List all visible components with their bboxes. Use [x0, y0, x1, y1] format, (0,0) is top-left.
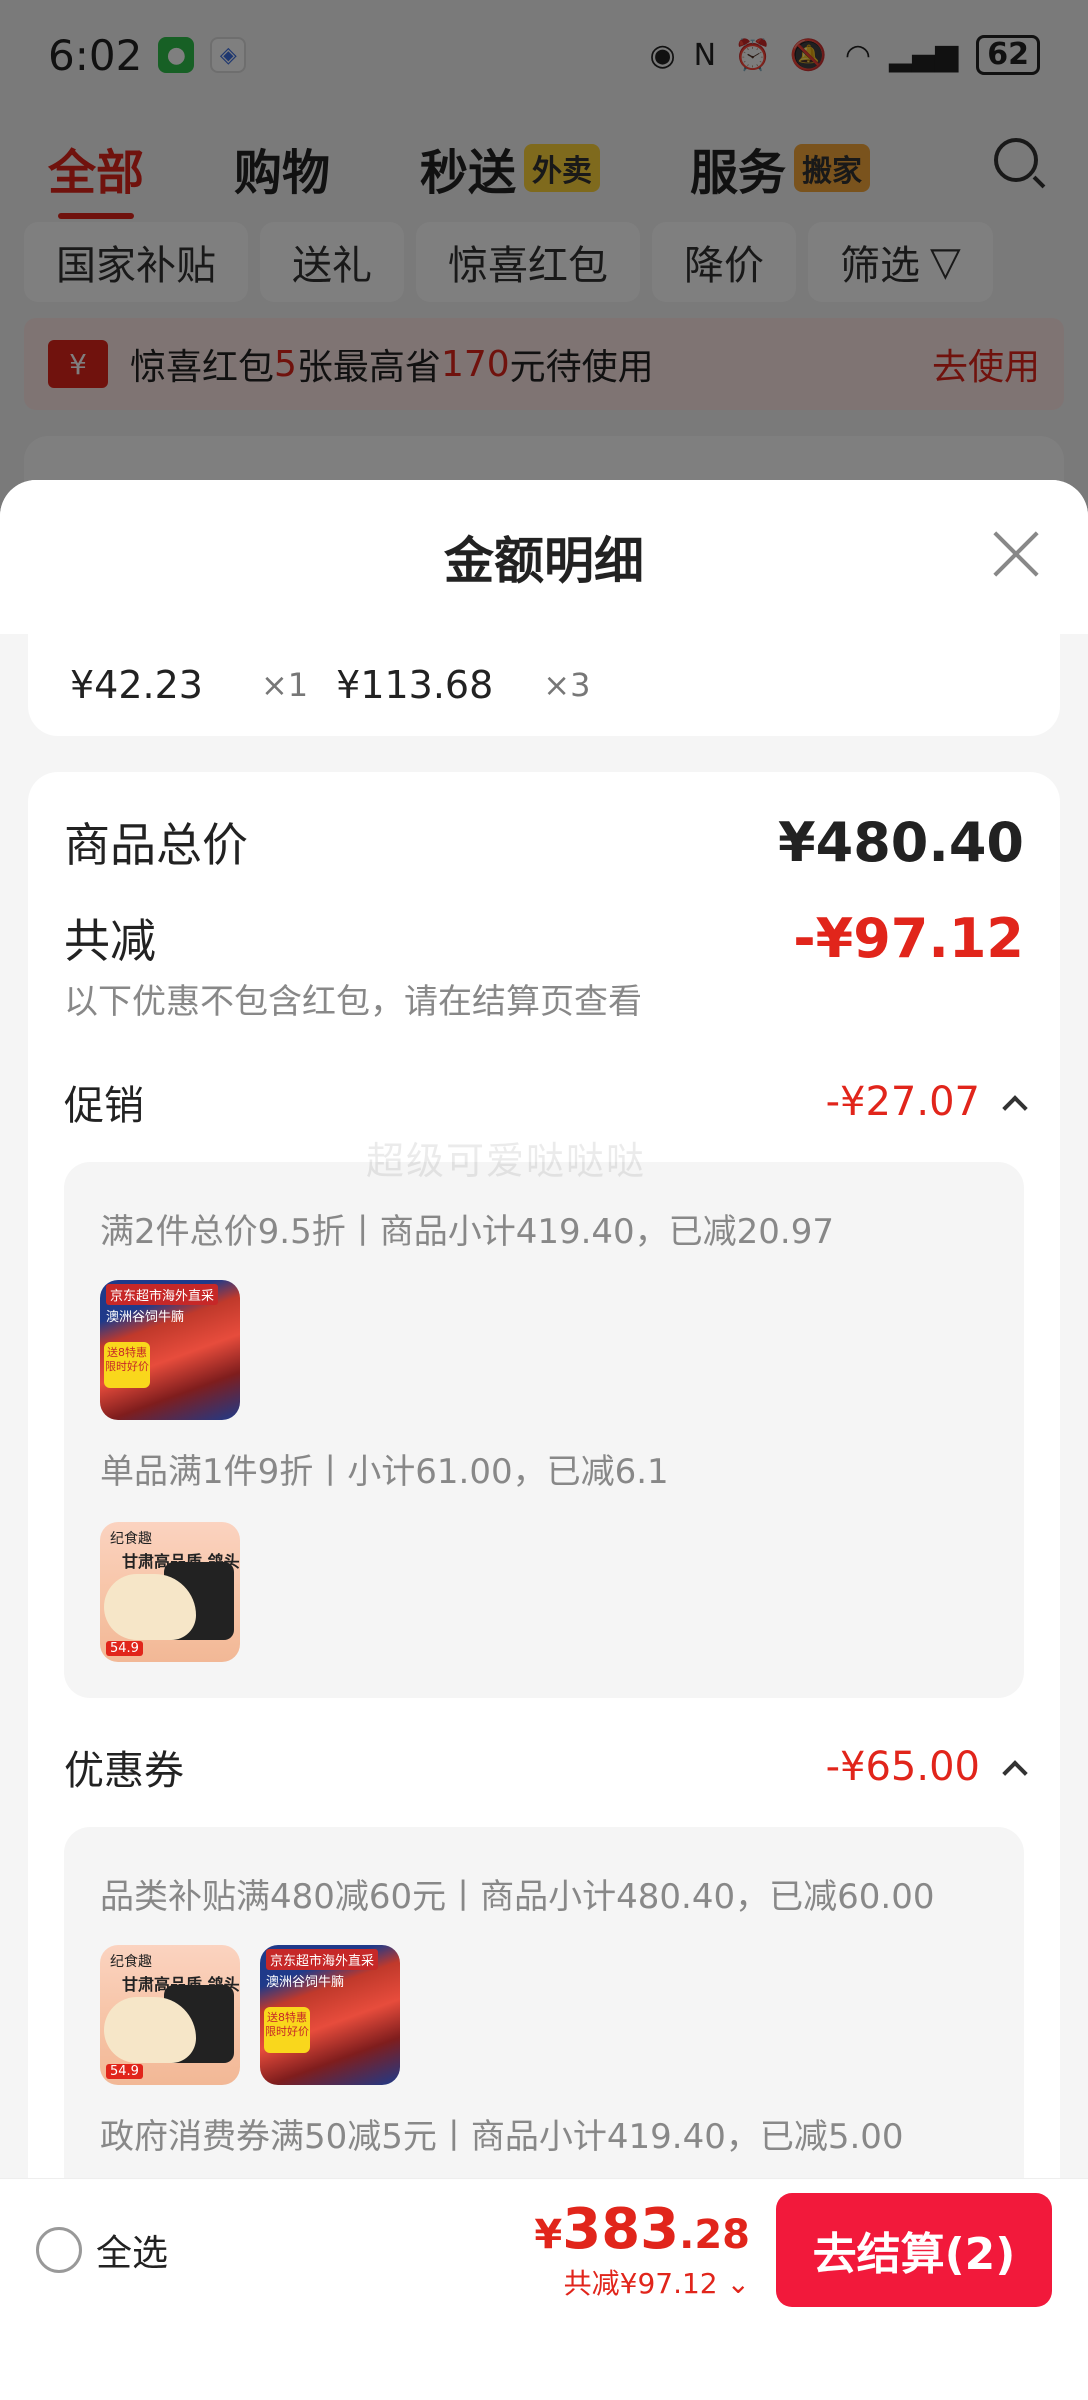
discount-label: 共减	[64, 914, 156, 968]
product-thumbnail-beef[interactable]: 京东超市海外直采 澳洲谷饲牛腩 送8特惠限时好价	[100, 1280, 240, 1420]
total-label: 商品总价	[64, 818, 248, 872]
fish-image	[104, 1574, 196, 1640]
fish-image	[104, 1997, 196, 2063]
total-saved: 共减¥97.12 ⌄	[534, 2262, 750, 2302]
checkout-bar: 全选 ¥ 383 .28 共减¥97.12 ⌄ 去结算(2)	[0, 2178, 1088, 2320]
promo-value: -¥27.07	[825, 1079, 980, 1125]
saved-amount: 共减¥97.12	[563, 2267, 718, 2300]
fish-price: 54.9	[106, 1641, 143, 1656]
promo-label: 促销	[64, 1083, 144, 1129]
beef-tag: 京东超市海外直采	[266, 1949, 379, 1970]
checkout-button[interactable]: 去结算(2)	[776, 2192, 1052, 2307]
promo-line: 满2件总价9.5折丨商品小计419.40，已减20.97	[100, 1212, 835, 1252]
promo-details: 满2件总价9.5折丨商品小计419.40，已减20.97 京东超市海外直采 澳洲…	[64, 1162, 1024, 1698]
chevron-up-icon	[1002, 1095, 1028, 1121]
currency-symbol: ¥	[534, 2212, 563, 2258]
chevron-up-icon	[1002, 1760, 1028, 1786]
fish-brand: 纪食趣	[110, 1531, 152, 1547]
chevron-down-icon: ⌄	[717, 2267, 750, 2300]
coupon-line: 品类补贴满480减60元丨商品小计480.40，已减60.00	[100, 1877, 935, 1917]
item-qty: ×3	[543, 666, 591, 704]
beef-title: 澳洲谷饲牛腩	[106, 1310, 185, 1325]
total-box[interactable]: ¥ 383 .28 共减¥97.12 ⌄	[534, 2197, 750, 2302]
coupon-section-header[interactable]: 优惠券 -¥65.00	[64, 1727, 1028, 1807]
coupon-line: 政府消费券满50减5元丨商品小计419.40，已减5.00	[100, 2117, 904, 2157]
home-indicator-area	[0, 2320, 1088, 2400]
beef-badge: 送8特惠限时好价	[264, 2007, 310, 2053]
product-thumbnail-fish[interactable]: 纪食趣 甘肃高品质 鸽头片 54.9	[100, 1945, 240, 2085]
coupon-label: 优惠券	[64, 1748, 184, 1794]
watermark: 超级可爱哒哒哒	[366, 1139, 647, 1183]
select-all-label[interactable]: 全选	[96, 2224, 168, 2276]
discount-row: 共减 -¥97.12	[64, 898, 1024, 978]
fish-price: 54.9	[106, 2064, 143, 2079]
total-price: ¥ 383 .28	[534, 2197, 750, 2262]
sheet-title: 金额明细	[444, 532, 644, 590]
amount-detail-sheet: 金额明细 ¥42.23 ×1 ¥113.68 ×3 商品总价 ¥480.40 共…	[0, 480, 1088, 2400]
price-detail-card: 商品总价 ¥480.40 共减 -¥97.12 以下优惠不包含红包，请在结算页查…	[28, 772, 1060, 2400]
item-price-list: ¥42.23 ×1 ¥113.68 ×3	[28, 634, 1060, 736]
item-qty: ×1	[260, 666, 309, 704]
discount-value: -¥97.12	[793, 906, 1024, 970]
close-icon[interactable]	[992, 530, 1040, 578]
product-thumbnail-beef[interactable]: 京东超市海外直采 澳洲谷饲牛腩 送8特惠限时好价	[260, 1945, 400, 2085]
discount-note: 以下优惠不包含红包，请在结算页查看	[64, 981, 642, 1022]
product-thumbnail-fish[interactable]: 纪食趣 甘肃高品质 鸽头片 54.9	[100, 1522, 240, 1662]
coupon-value: -¥65.00	[825, 1744, 980, 1790]
total-value: ¥480.40	[778, 810, 1024, 874]
select-all-checkbox[interactable]	[36, 2226, 82, 2273]
sheet-header: 金额明细	[0, 480, 1088, 634]
total-row: 商品总价 ¥480.40	[64, 802, 1024, 882]
item-price: ¥42.23	[70, 663, 203, 707]
total-integer: 383	[562, 2197, 680, 2262]
discount-note-row: 以下优惠不包含红包，请在结算页查看	[64, 968, 1024, 1028]
promo-line: 单品满1件9折丨小计61.00，已减6.1	[100, 1452, 669, 1492]
total-decimal: .28	[679, 2212, 750, 2258]
fish-brand: 纪食趣	[110, 1954, 152, 1970]
beef-badge: 送8特惠限时好价	[104, 1342, 150, 1388]
item-price: ¥113.68	[336, 663, 494, 707]
beef-title: 澳洲谷饲牛腩	[266, 1975, 345, 1990]
beef-tag: 京东超市海外直采	[106, 1284, 219, 1305]
